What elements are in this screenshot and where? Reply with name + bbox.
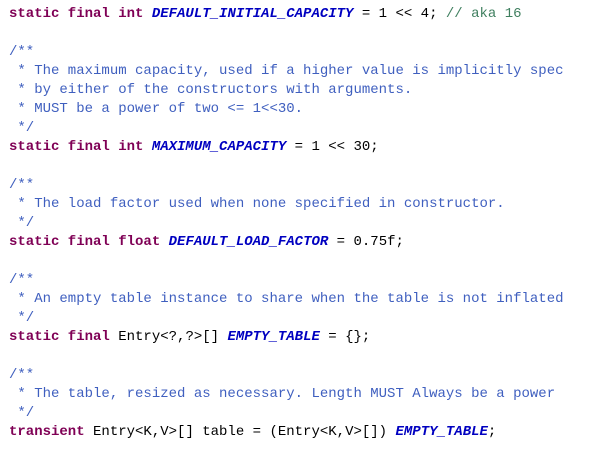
code-line-empty-table: static final Entry<?,?>[] EMPTY_TABLE = … [9,328,370,347]
code-text: = 1 << 30; [286,139,379,155]
javadoc-close: */ [9,405,35,421]
code-line-maximum-capacity: static final int MAXIMUM_CAPACITY = 1 <<… [9,138,379,157]
javadoc-line: * The load factor used when none specifi… [9,196,505,212]
code-editor[interactable]: */ static final int DEFAULT_INITIAL_CAPA… [0,0,602,451]
keyword: static final float [9,234,161,250]
constant-name: EMPTY_TABLE [395,424,488,440]
javadoc-close: */ [9,310,35,326]
constant-name: DEFAULT_LOAD_FACTOR [168,234,329,250]
javadoc-open: /** [9,44,35,60]
javadoc-line: * The maximum capacity, used if a higher… [9,63,564,79]
constant-name: DEFAULT_INITIAL_CAPACITY [151,6,354,22]
code-text: ; [487,424,497,440]
keyword: static final int [9,139,144,155]
code-line-default-load-factor: static final float DEFAULT_LOAD_FACTOR =… [9,233,404,252]
javadoc-line: * MUST be a power of two <= 1<<30. [9,101,304,117]
keyword: static final [9,329,110,345]
keyword: static final int [9,6,144,22]
javadoc-open: /** [9,367,35,383]
code-text: Entry<?,?>[] [109,329,228,345]
javadoc-open: /** [9,272,35,288]
javadoc-close: */ [9,120,35,136]
javadoc-line: * An empty table instance to share when … [9,291,564,307]
code-text: = 1 << 4; [353,6,446,22]
javadoc-close: */ [9,215,35,231]
constant-name: MAXIMUM_CAPACITY [151,139,287,155]
constant-name: EMPTY_TABLE [227,329,320,345]
code-line-default-initial-capacity: static final int DEFAULT_INITIAL_CAPACIT… [9,5,522,24]
code-text: Entry<K,V>[] table = (Entry<K,V>[]) [84,424,396,440]
line-comment: // aka 16 [445,6,522,22]
javadoc-line: * The table, resized as necessary. Lengt… [9,386,556,402]
code-text: = {}; [319,329,371,345]
javadoc-line: * by either of the constructors with arg… [9,82,413,98]
keyword: transient [9,424,85,440]
javadoc-open: /** [9,177,35,193]
code-text: = 0.75f; [328,234,404,250]
code-line-table: transient Entry<K,V>[] table = (Entry<K,… [9,423,496,442]
